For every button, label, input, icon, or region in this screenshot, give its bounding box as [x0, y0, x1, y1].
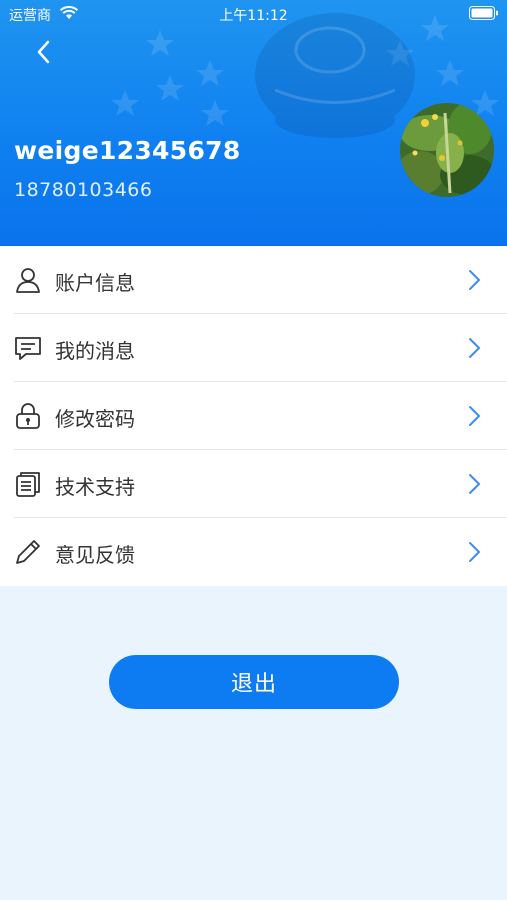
chevron-right-icon: [469, 338, 480, 358]
lock-icon: [16, 403, 40, 429]
phone-number: 18780103466: [14, 179, 153, 201]
menu-item-feedback[interactable]: 意见反馈: [0, 518, 507, 586]
profile-header: 运营商 上午11:12 weige12345678 18780103466: [0, 0, 507, 246]
user-icon: [16, 268, 40, 293]
menu-item-tech-support[interactable]: 技术支持: [0, 450, 507, 518]
menu-item-label: 意见反馈: [55, 543, 135, 567]
menu-item-my-messages[interactable]: 我的消息: [0, 314, 507, 382]
menu-item-change-password[interactable]: 修改密码: [0, 382, 507, 450]
status-time: 上午11:12: [219, 8, 288, 24]
menu-item-label: 我的消息: [55, 339, 135, 363]
pencil-icon: [16, 540, 40, 564]
menu-item-label: 修改密码: [55, 407, 135, 431]
menu-item-account-info[interactable]: 账户信息: [0, 246, 507, 314]
chevron-right-icon: [469, 474, 480, 494]
avatar[interactable]: [400, 103, 494, 197]
document-icon: [16, 472, 40, 497]
chevron-right-icon: [469, 270, 480, 290]
chevron-right-icon: [469, 542, 480, 562]
username: weige12345678: [14, 136, 241, 165]
message-icon: [15, 337, 41, 360]
menu-list: 账户信息 我的消息 修改密码 技术支持 意见反馈: [0, 246, 507, 586]
menu-item-label: 账户信息: [55, 271, 135, 295]
chevron-right-icon: [469, 406, 480, 426]
menu-item-label: 技术支持: [55, 475, 135, 499]
logout-button[interactable]: 退出: [109, 655, 399, 709]
back-button[interactable]: [28, 36, 60, 68]
status-bar: 运营商 上午11:12: [0, 0, 507, 28]
battery-icon: [469, 6, 498, 20]
